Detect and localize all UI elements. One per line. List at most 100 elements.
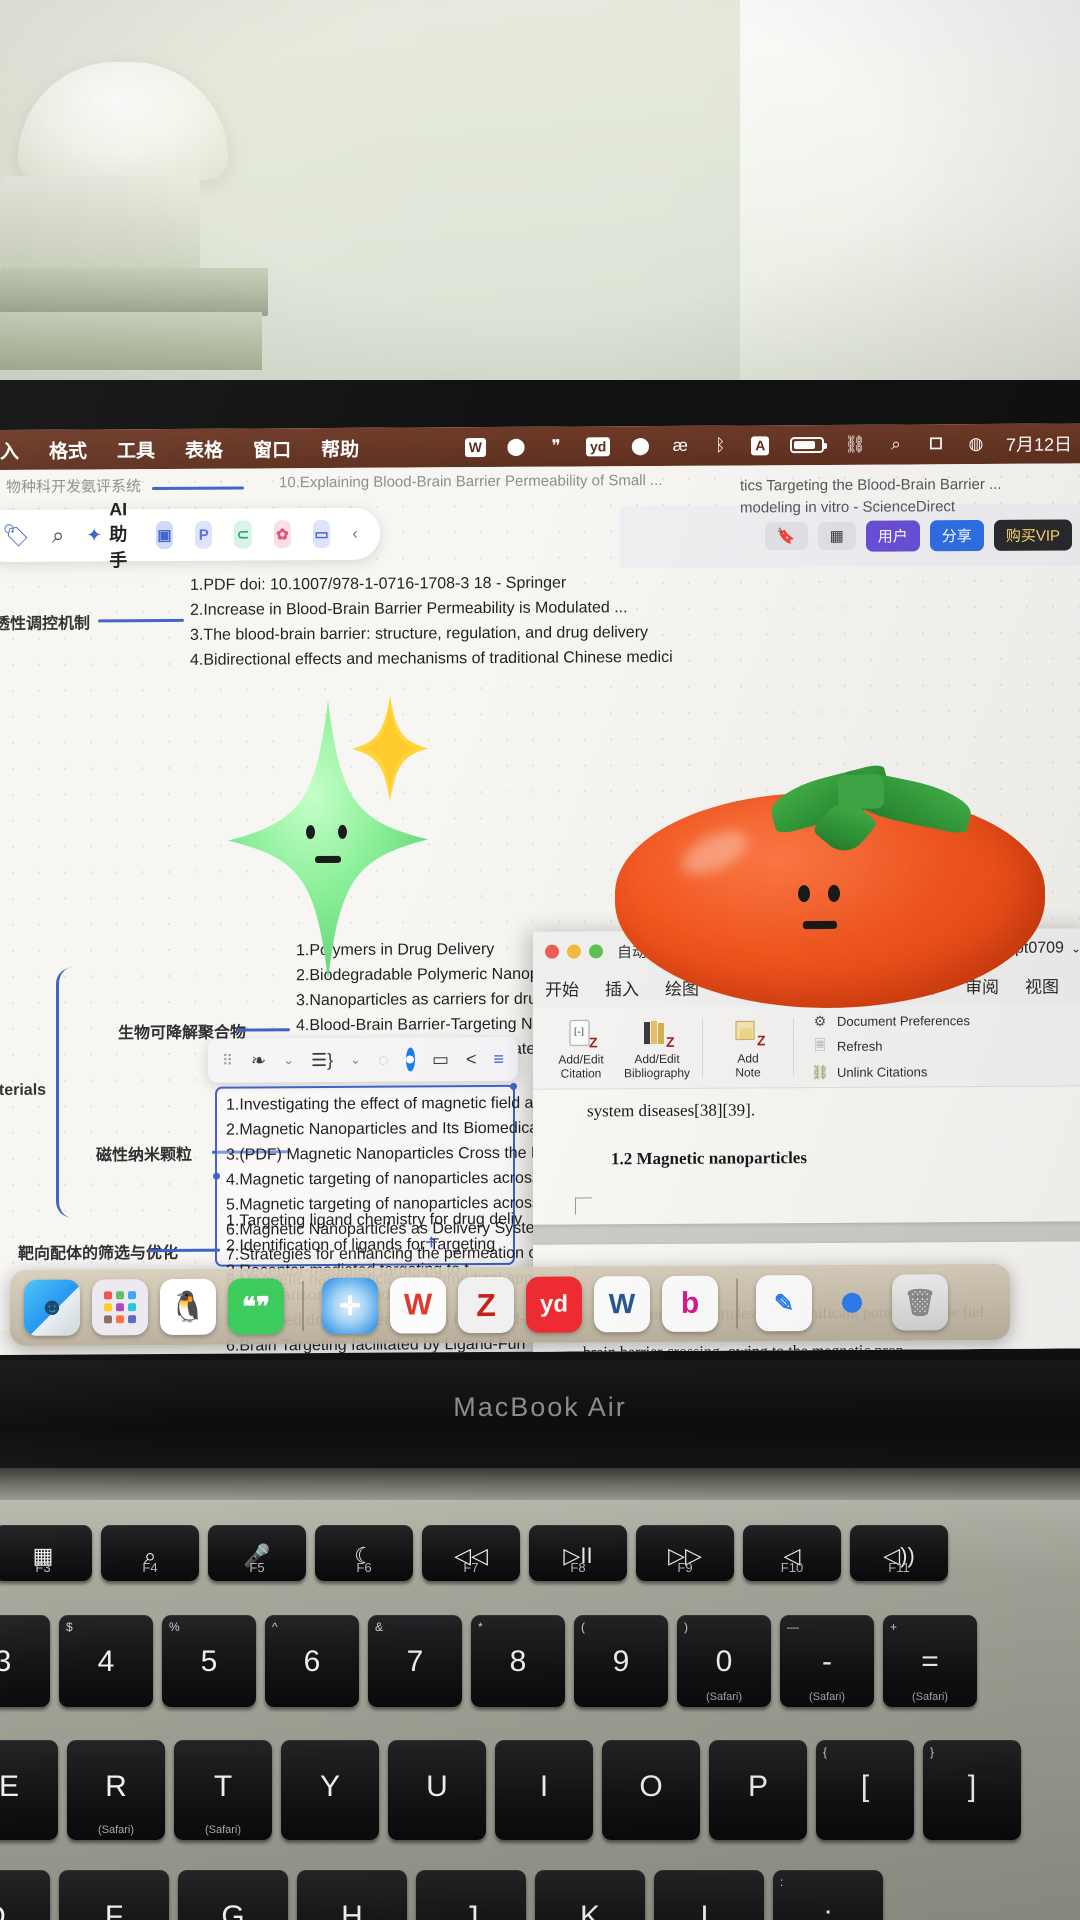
dock-item-bing[interactable]: b [662, 1275, 718, 1332]
key-4[interactable]: $4 [59, 1615, 153, 1707]
tag-icon[interactable]: 🏷 [2, 523, 30, 549]
key-[interactable]: — - (Safari) [780, 1615, 874, 1707]
dock-item-launchpad[interactable] [92, 1279, 148, 1336]
key-l[interactable]: L [654, 1870, 764, 1920]
bookmark-icon[interactable]: 🔖 [764, 522, 808, 551]
chevron-left-icon[interactable]: ‹ [352, 524, 358, 544]
minimize-button[interactable] [567, 944, 581, 959]
youdao-icon[interactable]: yd [586, 435, 611, 457]
drag-handle-icon[interactable]: ⠿ [222, 1052, 234, 1070]
chevron-down-icon-doc[interactable]: ⌄ [1071, 941, 1080, 955]
siri-icon[interactable]: ◍ [966, 433, 986, 455]
menu-item-format[interactable]: 格式 [49, 436, 87, 463]
undo-icon[interactable]: ↺ [781, 940, 795, 960]
dock-item-downloads[interactable] [824, 1275, 880, 1331]
user-chip[interactable]: 用户 [865, 519, 920, 552]
menu-item-ru[interactable]: 入 [0, 436, 19, 463]
key-f[interactable]: F [59, 1870, 169, 1920]
branch-icon[interactable]: < [466, 1049, 477, 1070]
palette-icon[interactable]: ◌ [378, 1049, 389, 1070]
key-7[interactable]: & 7 [368, 1615, 462, 1707]
save-icon[interactable]: 💾 [746, 940, 767, 960]
dock-item-qq[interactable]: 🐧 [160, 1278, 216, 1336]
chat-icon[interactable]: ▭ [313, 519, 331, 549]
link-icon[interactable]: ⛓ [844, 434, 866, 456]
key-9[interactable]: (9 [574, 1615, 668, 1707]
branch-label-permeability[interactable]: 透性调控机制 [0, 609, 90, 634]
key-[interactable]: }] [923, 1740, 1021, 1840]
autosave-toggle[interactable] [691, 940, 709, 961]
qq-penguin-icon[interactable]: ⬤ [506, 436, 526, 458]
key-d[interactable]: D [0, 1870, 50, 1920]
key-g[interactable]: G [178, 1870, 288, 1920]
more-icon[interactable]: ⋯ [897, 939, 914, 959]
wechat-icon[interactable]: ❞ [546, 436, 566, 458]
key-f6[interactable]: ☾ F6 [315, 1525, 413, 1581]
menu-item-table[interactable]: 表格 [185, 435, 223, 462]
menu-item-tools[interactable]: 工具 [117, 436, 155, 463]
key-f7[interactable]: ◁◁ F7 [422, 1525, 520, 1581]
menu-item-window[interactable]: 窗口 [253, 435, 291, 462]
ae-icon[interactable]: æ [670, 435, 690, 457]
dock-item-finder[interactable]: ☻ [24, 1279, 80, 1336]
key-0[interactable]: ) 0 (Safari) [677, 1615, 771, 1707]
dock-item-zotero[interactable]: Z [458, 1276, 514, 1334]
list-item[interactable]: 3.The blood-brain barrier: structure, re… [190, 620, 673, 648]
grid-icon[interactable]: ▦ [817, 521, 856, 551]
menu-bar-date[interactable]: 7月12日 [1006, 430, 1072, 456]
redo-icon[interactable]: ↻ [833, 940, 847, 960]
dock-item-trash[interactable]: 🗑 [892, 1274, 948, 1331]
control-center-icon[interactable]: 🞑 [926, 433, 946, 455]
print-icon[interactable]: 🖨 [862, 940, 884, 960]
key-e[interactable]: E [0, 1740, 58, 1840]
dock-item-document-file[interactable]: ✎ [756, 1275, 812, 1332]
key-5[interactable]: % 5 [162, 1615, 256, 1707]
tab-mailings[interactable]: 邮件 [905, 973, 939, 1001]
close-button[interactable] [545, 944, 559, 959]
share-chip[interactable]: 分享 [929, 519, 984, 551]
resize-handle-topright[interactable] [510, 1082, 517, 1090]
add-edit-bibliography-button[interactable]: Z Add/Edit Bibliography [619, 1015, 695, 1080]
shape-outline-icon[interactable]: ▭ [432, 1049, 449, 1070]
input-source-icon[interactable]: A [750, 434, 770, 456]
dock-item-safari[interactable]: ✛ [322, 1277, 378, 1335]
menu-item-help[interactable]: 帮助 [321, 434, 359, 461]
key-h[interactable]: H [297, 1870, 407, 1920]
tab-layout[interactable]: 布局 [785, 974, 819, 1002]
ppt-icon[interactable]: P [195, 520, 213, 549]
image-icon[interactable]: ▣ [155, 520, 174, 550]
branch-label-magnetic[interactable]: 磁性纳米颗粒 [96, 1141, 192, 1166]
key-t[interactable]: T (Safari) [174, 1740, 272, 1840]
home-icon[interactable]: ⌂ [721, 941, 731, 961]
battery-icon[interactable] [790, 434, 825, 456]
dock-item-wechat[interactable]: ❝❞ [228, 1278, 284, 1335]
key-u[interactable]: U [388, 1740, 486, 1840]
tab-draw[interactable]: 绘图 [665, 975, 699, 1003]
key-6[interactable]: ^ 6 [265, 1615, 359, 1707]
root-label[interactable]: aterials [0, 1082, 46, 1100]
mac-dock[interactable]: ☻ 🐧 ❝❞ ✛ W Z yd W b ✎ 🗑 [10, 1263, 1010, 1346]
dock-item-microsoft-word[interactable]: W [594, 1276, 650, 1333]
list-item[interactable]: 4.Bidirectional effects and mechanisms o… [190, 645, 673, 673]
list-icon[interactable]: ☰} [311, 1049, 333, 1070]
document-page-previous[interactable]: system diseases[38][39]. 1.2 Magnetic na… [533, 1086, 1080, 1225]
mindmap-format-toolbar[interactable]: ⠿ ❧ ⌄ ☰} ⌄ ◌ ▭ < ≡ [208, 1036, 518, 1083]
refresh-button[interactable]: 🗏 Refresh [811, 1034, 970, 1059]
list-item[interactable]: 1.PDF doi: 10.1007/978-1-0716-1708-3 18 … [190, 570, 673, 598]
key-f4[interactable]: ⌕ F4 [101, 1525, 199, 1581]
style-icon[interactable]: ❧ [251, 1050, 266, 1071]
dock-item-wps[interactable]: W [390, 1277, 446, 1334]
tab-view[interactable]: 视图 [1025, 973, 1059, 1001]
key-f3[interactable]: ▦ F3 [0, 1525, 92, 1581]
key-[interactable]: :; [773, 1870, 883, 1920]
mindmap-icon[interactable]: ⊂ [234, 520, 252, 549]
ai-assistant-toolbar[interactable]: 🏷 ⌕ ✦ AI助手 ▣ P ⊂ ✿ ▭ ‹ [0, 499, 380, 570]
add-edit-citation-button[interactable]: [-] Z Add/Edit Citation [543, 1016, 619, 1080]
tab-home[interactable]: 开始 [545, 975, 579, 1003]
tab-insert[interactable]: 插入 [605, 975, 639, 1003]
search-icon[interactable]: ⌕ [52, 523, 64, 549]
link-icon[interactable]: ≡ [493, 1048, 504, 1069]
tab-design[interactable]: 设计 [725, 974, 759, 1002]
unlink-citations-button[interactable]: ⛓ Unlink Citations [811, 1063, 970, 1081]
key-k[interactable]: K [535, 1870, 645, 1920]
